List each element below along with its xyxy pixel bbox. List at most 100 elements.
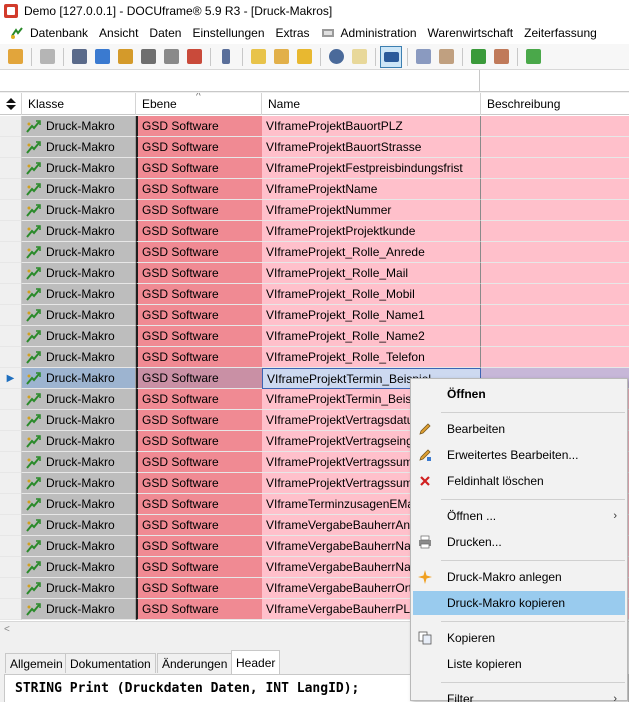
cell-ebene[interactable]: GSD Software <box>136 494 262 515</box>
table-row[interactable]: Druck-Makro GSD Software VIframeProjekt_Ro… <box>0 263 629 284</box>
list-icon[interactable] <box>91 46 113 68</box>
cell-ebene[interactable]: GSD Software <box>136 179 262 200</box>
tab-header[interactable]: Header <box>231 650 281 674</box>
row-selector[interactable] <box>0 200 22 221</box>
table-row[interactable]: Druck-Makro GSD Software VIframeProjektPro… <box>0 221 629 242</box>
cell-klasse[interactable]: Druck-Makro <box>22 431 136 452</box>
menu-zeiterfassung[interactable]: Zeiterfassung <box>520 23 604 43</box>
menu-item-druck-makro-anlegen[interactable]: Druck-Makro anlegen <box>413 565 625 589</box>
cell-klasse[interactable]: Druck-Makro <box>22 200 136 221</box>
cell-ebene[interactable]: GSD Software <box>136 305 262 326</box>
row-selector[interactable] <box>0 389 22 410</box>
cell-ebene[interactable]: GSD Software <box>136 473 262 494</box>
cell-ebene[interactable]: GSD Software <box>136 599 262 620</box>
table-row[interactable]: Druck-Makro GSD Software VIframeProjekt_Ro… <box>0 305 629 326</box>
wand-alt-icon[interactable] <box>490 46 512 68</box>
menu-item-bearbeiten[interactable]: Bearbeiten <box>413 417 625 441</box>
cell-beschreibung[interactable] <box>481 263 629 284</box>
cell-ebene[interactable]: GSD Software <box>136 347 262 368</box>
cell-klasse[interactable]: Druck-Makro <box>22 599 136 620</box>
scroll-left-icon[interactable]: < <box>4 624 10 635</box>
cell-name[interactable]: VIframeProjekt_Rolle_Anrede <box>262 242 481 263</box>
row-selector[interactable] <box>0 137 22 158</box>
menu-daten[interactable]: Daten <box>145 23 188 43</box>
cell-ebene[interactable]: GSD Software <box>136 515 262 536</box>
cell-klasse[interactable]: Druck-Makro <box>22 305 136 326</box>
header-ebene[interactable]: Ebene ^ <box>136 93 262 115</box>
cell-ebene[interactable]: GSD Software <box>136 557 262 578</box>
row-selector[interactable] <box>0 221 22 242</box>
row-selector[interactable] <box>0 347 22 368</box>
wand-green-icon[interactable] <box>522 46 544 68</box>
cell-name[interactable]: VIframeProjekt_Rolle_Name2 <box>262 326 481 347</box>
id-card-icon[interactable] <box>68 46 90 68</box>
row-selector[interactable] <box>0 431 22 452</box>
cell-ebene[interactable]: GSD Software <box>136 263 262 284</box>
table-row[interactable]: Druck-Makro GSD Software VIframeProjektNam… <box>0 179 629 200</box>
menu-datenbank[interactable]: Datenbank <box>6 23 95 43</box>
menu-item-feldinhalt-löschen[interactable]: Feldinhalt löschen <box>413 469 625 493</box>
tab-dokumentation[interactable]: Dokumentation <box>65 653 156 673</box>
cell-ebene[interactable]: GSD Software <box>136 116 262 137</box>
menu-item-filter[interactable]: Filter › <box>413 687 625 702</box>
table-row[interactable]: Druck-Makro GSD Software VIframeProjektBau… <box>0 116 629 137</box>
menu-item-kopieren[interactable]: Kopieren <box>413 626 625 650</box>
menu-item-liste-kopieren[interactable]: Liste kopieren <box>413 652 625 676</box>
menu-extras[interactable]: Extras <box>272 23 317 43</box>
cell-klasse[interactable]: Druck-Makro <box>22 536 136 557</box>
cell-beschreibung[interactable] <box>481 116 629 137</box>
cell-name[interactable]: VIframeProjekt_Rolle_Telefon <box>262 347 481 368</box>
cell-beschreibung[interactable] <box>481 137 629 158</box>
row-selector[interactable]: ▶ <box>0 368 22 389</box>
row-selector[interactable] <box>0 410 22 431</box>
cell-ebene[interactable]: GSD Software <box>136 284 262 305</box>
printer-icon[interactable] <box>36 46 58 68</box>
menu-item-öffnen[interactable]: Öffnen <box>413 382 625 406</box>
menu-einstellungen[interactable]: Einstellungen <box>188 23 271 43</box>
cell-ebene[interactable]: GSD Software <box>136 452 262 473</box>
menu-item-erweitertes-bearbeiten[interactable]: Erweitertes Bearbeiten... <box>413 443 625 467</box>
row-selector[interactable] <box>0 452 22 473</box>
table-row[interactable]: Druck-Makro GSD Software VIframeProjekt_Ro… <box>0 347 629 368</box>
cell-beschreibung[interactable] <box>481 305 629 326</box>
cell-klasse[interactable]: Druck-Makro <box>22 557 136 578</box>
tag-icon[interactable] <box>137 46 159 68</box>
cell-ebene[interactable]: GSD Software <box>136 431 262 452</box>
cell-klasse[interactable]: Druck-Makro <box>22 158 136 179</box>
row-selector[interactable] <box>0 515 22 536</box>
cell-name[interactable]: VIframeProjektProjektkunde <box>262 221 481 242</box>
cell-ebene[interactable]: GSD Software <box>136 242 262 263</box>
cell-klasse[interactable]: Druck-Makro <box>22 389 136 410</box>
document-edit-icon[interactable] <box>160 46 182 68</box>
cell-name[interactable]: VIframeProjektName <box>262 179 481 200</box>
row-selector[interactable] <box>0 179 22 200</box>
cell-beschreibung[interactable] <box>481 242 629 263</box>
cell-klasse[interactable]: Druck-Makro <box>22 137 136 158</box>
row-selector[interactable] <box>0 473 22 494</box>
cell-name[interactable]: VIframeProjektBauortPLZ <box>262 116 481 137</box>
folder-arrow-icon[interactable] <box>293 46 315 68</box>
cell-name[interactable]: VIframeProjektFestpreisbindungsfrist <box>262 158 481 179</box>
package-icon[interactable] <box>114 46 136 68</box>
menu-warenwirtschaft[interactable]: Warenwirtschaft <box>424 23 521 43</box>
header-klasse[interactable]: Klasse <box>22 93 136 115</box>
cell-ebene[interactable]: GSD Software <box>136 221 262 242</box>
search-icon[interactable] <box>325 46 347 68</box>
cell-klasse[interactable]: Druck-Makro <box>22 221 136 242</box>
cell-name[interactable]: VIframeProjekt_Rolle_Mobil <box>262 284 481 305</box>
row-selector-header[interactable] <box>0 93 22 115</box>
cell-ebene[interactable]: GSD Software <box>136 389 262 410</box>
cell-klasse[interactable]: Druck-Makro <box>22 263 136 284</box>
cell-klasse[interactable]: Druck-Makro <box>22 452 136 473</box>
cell-name[interactable]: VIframeProjekt_Rolle_Mail <box>262 263 481 284</box>
cell-ebene[interactable]: GSD Software <box>136 578 262 599</box>
cell-klasse[interactable]: Druck-Makro <box>22 284 136 305</box>
phone-icon[interactable] <box>215 46 237 68</box>
cell-klasse[interactable]: Druck-Makro <box>22 116 136 137</box>
cell-ebene[interactable]: GSD Software <box>136 326 262 347</box>
table-row[interactable]: Druck-Makro GSD Software VIframeProjektBau… <box>0 137 629 158</box>
menu-administration[interactable]: Administration <box>317 23 424 43</box>
cell-beschreibung[interactable] <box>481 347 629 368</box>
row-selector[interactable] <box>0 494 22 515</box>
menu-item-druck-makro-kopieren[interactable]: Druck-Makro kopieren <box>413 591 625 615</box>
